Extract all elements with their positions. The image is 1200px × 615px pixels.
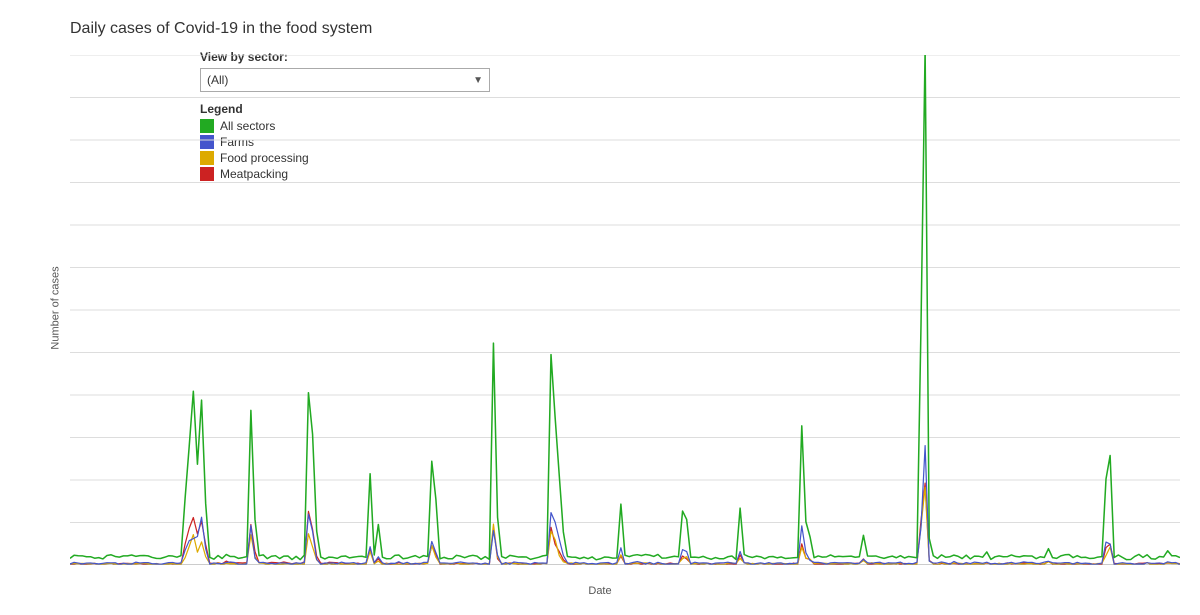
- x-axis-label: Date: [588, 585, 611, 597]
- chart-area: 0500100015002000250030003500400045005000…: [70, 55, 1180, 565]
- y-axis-label: Number of cases: [50, 266, 62, 349]
- chart-container: Daily cases of Covid-19 in the food syst…: [0, 0, 1200, 615]
- chart-title: Daily cases of Covid-19 in the food syst…: [70, 20, 1180, 38]
- chart-svg: 0500100015002000250030003500400045005000…: [70, 55, 1180, 565]
